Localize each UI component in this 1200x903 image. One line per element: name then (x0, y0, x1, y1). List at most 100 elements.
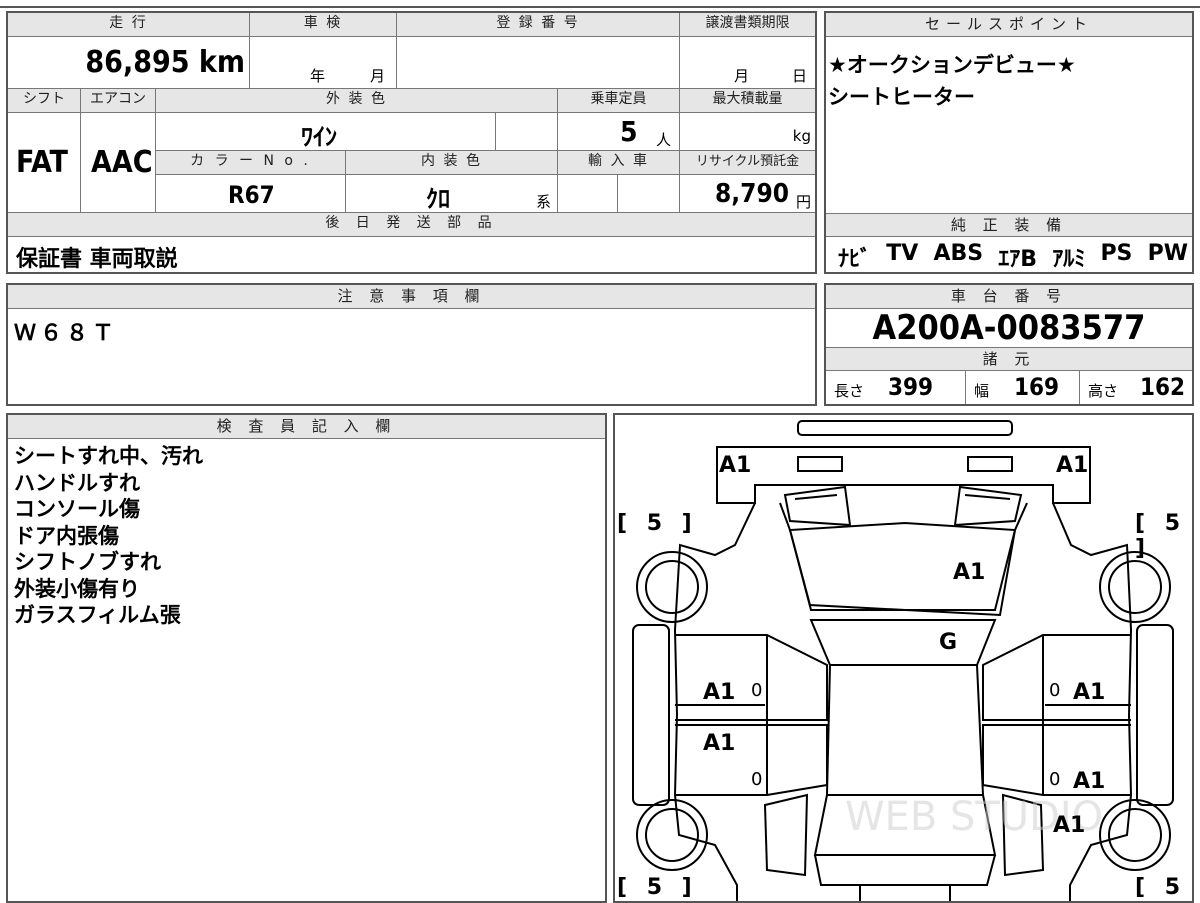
equipment-label: 純 正 装 備 (826, 213, 1192, 237)
max-load-label: 最大積載量 (680, 89, 815, 113)
recycle-cell: 8,790 円 (680, 175, 815, 213)
shift-label: シフト (8, 89, 81, 113)
inspection-year: 年 (310, 67, 326, 85)
sales-point-line-1: ★オークションデビュー★ (828, 53, 1076, 77)
sales-points-panel: セールスポイント ★オークションデビュー★ シートヒーター 純 正 装 備 ﾅﾋ… (824, 11, 1194, 274)
mileage-value: 86,895 km (85, 45, 245, 80)
inspection-month: 月 (370, 67, 386, 85)
later-parts-value: 保証書 車両取説 (16, 247, 178, 272)
sales-points-label: セールスポイント (826, 13, 1192, 37)
registration-cell (397, 37, 680, 89)
inspector-lines: シートすれ中、汚れ ハンドルすれ コンソール傷 ドア内張傷 シフトノブすれ 外装… (14, 443, 203, 629)
color-no-cell: R67 (156, 175, 346, 213)
inspector-line: ドア内張傷 (14, 523, 119, 548)
equipment-ps: PS (1100, 241, 1133, 266)
mark-windshield: A1 (953, 560, 986, 585)
car-outline-diagram: WEB STUDIO (632, 420, 1174, 901)
transfer-deadline-label: 譲渡書類期限 (680, 13, 815, 37)
mileage-cell: 86,895 km (8, 37, 250, 89)
vehicle-info-panel: 走 行 車 検 登 録 番 号 譲渡書類期限 86,895 km 年 月 月 日… (6, 11, 817, 274)
inspector-label: 検 査 員 記 入 欄 (8, 415, 605, 439)
tire-front-right: [ 5 ] (1135, 511, 1187, 561)
equipment-tv: TV (886, 241, 919, 266)
height-value: 162 (1140, 373, 1186, 401)
interior-color-label: 内 装 色 (346, 151, 558, 175)
notes-panel: 注 意 事 項 欄 Ｗ６８Ｔ (6, 283, 817, 406)
notes-value: Ｗ６８Ｔ (14, 321, 119, 346)
notes-label: 注 意 事 項 欄 (8, 285, 815, 309)
tire-rear-right: [ 5 ] (1135, 875, 1187, 901)
mark-right-rear-door: A1 (1073, 769, 1106, 794)
chassis-value: A200A-0083577 (872, 308, 1146, 348)
registration-label: 登 録 番 号 (397, 13, 680, 37)
transfer-day: 日 (792, 67, 808, 85)
zero-right-rear: 0 (1049, 769, 1061, 790)
import-cell-a (558, 175, 618, 213)
capacity-unit: 人 (656, 131, 672, 149)
import-label: 輸 入 車 (558, 151, 680, 175)
mark-left-front-door: A1 (703, 680, 736, 705)
inspector-line: コンソール傷 (14, 497, 140, 521)
exterior-color-label: 外 装 色 (156, 89, 558, 113)
width-cell: 幅 169 (966, 371, 1080, 404)
shift-value: FAT (16, 145, 68, 180)
mark-front-right: A1 (1056, 453, 1089, 478)
max-load-cell: kg (680, 113, 815, 151)
later-parts-label: 後 日 発 送 部 品 (8, 213, 815, 237)
chassis-label: 車 台 番 号 (826, 285, 1192, 309)
inspector-panel: 検 査 員 記 入 欄 シートすれ中、汚れ ハンドルすれ コンソール傷 ドア内張… (6, 413, 607, 903)
inspection-cell: 年 月 (250, 37, 397, 89)
capacity-label: 乗車定員 (558, 89, 680, 113)
color-no-value: R67 (228, 181, 275, 209)
capacity-cell: 5 人 (558, 113, 680, 151)
recycle-label: リサイクル預託金 (680, 151, 815, 175)
length-cell: 長さ 399 (826, 371, 966, 404)
equipment-pw: PW (1147, 241, 1188, 266)
inspection-label: 車 検 (250, 13, 397, 37)
inspector-line: 外装小傷有り (14, 576, 140, 601)
inspector-line: シートすれ中、汚れ (14, 444, 203, 468)
top-strip (0, 0, 1200, 8)
mark-left-rear-door: A1 (703, 731, 736, 756)
length-label: 長さ (834, 382, 865, 400)
zero-left-front: 0 (751, 680, 763, 701)
mark-right-rear-quarter: A1 (1053, 813, 1086, 838)
transfer-cell: 月 日 (680, 37, 815, 89)
length-value: 399 (888, 373, 934, 401)
exterior-color-cell: ﾜｲﾝ (156, 113, 496, 151)
height-cell: 高さ 162 (1080, 371, 1192, 404)
zero-right-front: 0 (1049, 680, 1061, 701)
aircon-cell: AAC (81, 113, 156, 213)
equipment-abs: ABS (933, 241, 984, 266)
recycle-unit: 円 (795, 193, 811, 211)
equipment-alloy: ｱﾙﾐ (1052, 247, 1086, 272)
aircon-value: AAC (91, 145, 153, 180)
interior-color-suffix: 系 (536, 193, 552, 211)
tire-front-left: [ 5 ] (617, 511, 698, 536)
exterior-extra-cell (496, 113, 558, 151)
sales-point-line-2: シートヒーター (828, 85, 975, 109)
mileage-label: 走 行 (8, 13, 250, 37)
zero-left-rear: 0 (751, 769, 763, 790)
tire-rear-left: [ 5 ] (617, 875, 698, 900)
shift-cell: FAT (8, 113, 81, 213)
recycle-fee: 8,790 (715, 179, 789, 209)
chassis-panel: 車 台 番 号 A200A-0083577 諸 元 長さ 399 幅 169 高… (824, 283, 1194, 406)
interior-color-cell: ｸﾛ 系 (346, 175, 558, 213)
equipment-list: ﾅﾋﾞ TV ABS ｴｱB ｱﾙﾐ PS PW (838, 241, 1188, 273)
transfer-month: 月 (734, 67, 750, 85)
damage-diagram-panel: WEB STUDIO A1 A1 A1 G A1 A1 A1 A1 A1 0 0… (613, 413, 1194, 903)
exterior-color-value: ﾜｲﾝ (301, 123, 337, 151)
width-label: 幅 (974, 382, 990, 400)
equipment-nav: ﾅﾋﾞ (838, 247, 872, 272)
mark-right-front-door: A1 (1073, 680, 1106, 705)
inspector-line: ガラスフィルム張 (14, 603, 181, 627)
specs-label: 諸 元 (826, 347, 1192, 371)
width-value: 169 (1014, 373, 1060, 401)
max-load-unit: kg (792, 127, 811, 145)
inspector-line: ハンドルすれ (14, 470, 140, 495)
capacity-value: 5 (620, 115, 638, 148)
color-no-label: カ ラ ー N o . (156, 151, 346, 175)
interior-color-value: ｸﾛ (426, 185, 450, 213)
import-cell-b (618, 175, 680, 213)
